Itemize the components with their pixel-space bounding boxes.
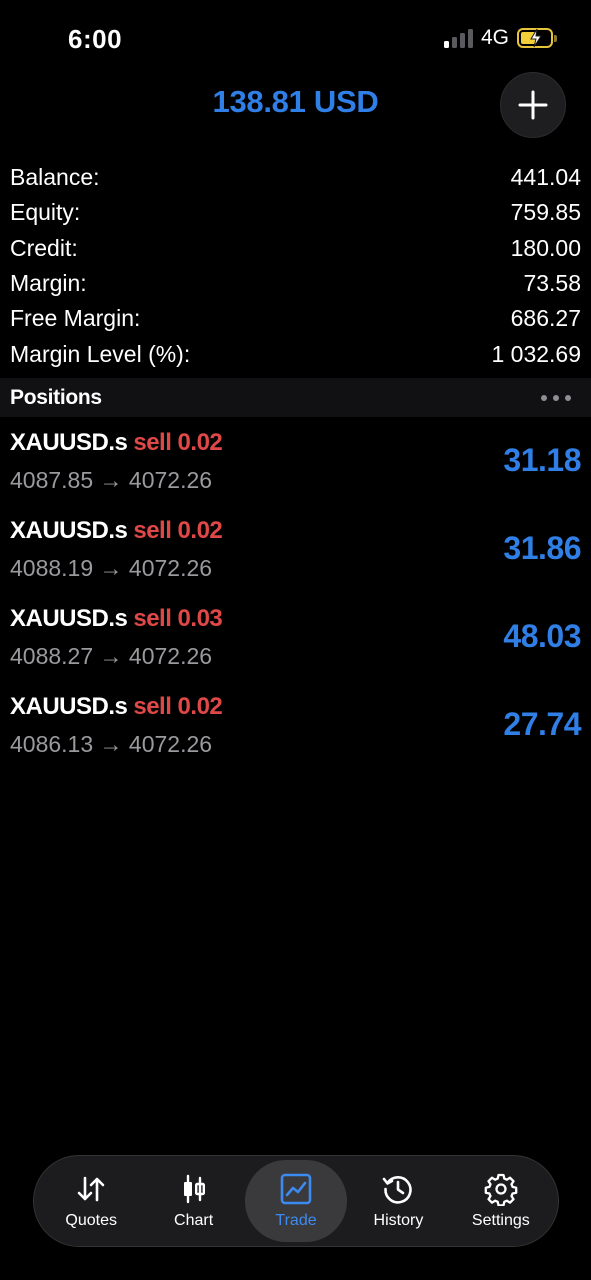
summary-value: 759.85 [510,199,581,226]
tab-label: Trade [275,1212,317,1229]
quotes-arrows-icon [77,1176,105,1202]
position-row[interactable]: XAUUSD.s sell 0.02 4087.85 → 4072.26 31.1… [0,425,591,513]
new-order-button[interactable] [500,72,566,138]
position-side-volume: sell 0.02 [133,429,223,456]
position-prices: 4087.85 → 4072.26 [10,467,213,493]
summary-value: 180.00 [510,234,581,261]
position-profit: 27.74 [503,706,581,742]
tab-label: History [373,1212,424,1229]
summary-value: 1 032.69 [491,340,581,367]
position-prices: 4088.19 → 4072.26 [10,555,213,581]
position-profit: 31.86 [503,530,581,566]
candlestick-icon [183,1174,205,1204]
summary-row-free-margin: Free Margin: 686.27 [10,301,581,336]
more-options-icon[interactable] [541,394,581,401]
position-symbol: XAUUSD.s [10,605,128,632]
positions-section-header: Positions [0,378,591,417]
summary-label: Margin Level (%): [10,340,191,367]
position-profit: 48.03 [503,618,581,654]
summary-value: 686.27 [510,305,581,332]
battery-icon [517,28,557,48]
summary-row-margin-level: Margin Level (%): 1 032.69 [10,336,581,371]
position-row[interactable]: XAUUSD.s sell 0.02 4088.19 → 4072.26 31.8… [0,513,591,601]
tab-chart[interactable]: Chart [142,1160,244,1242]
trade-chart-icon [280,1173,312,1205]
tab-label: Chart [174,1212,214,1229]
summary-value: 73.58 [523,270,581,297]
summary-label: Balance: [10,164,100,191]
summary-row-credit: Credit: 180.00 [10,231,581,266]
summary-row-margin: Margin: 73.58 [10,266,581,301]
summary-value: 441.04 [510,164,581,191]
tab-settings[interactable]: Settings [450,1160,552,1242]
tab-label: Quotes [65,1212,117,1229]
position-symbol: XAUUSD.s [10,429,128,456]
position-side-volume: sell 0.02 [133,517,223,544]
plus-icon [518,90,548,120]
history-clock-icon [383,1176,413,1204]
summary-label: Margin: [10,270,87,297]
tab-history[interactable]: History [347,1160,449,1242]
position-profit: 31.18 [503,442,581,478]
summary-label: Credit: [10,234,78,261]
position-prices: 4086.13 → 4072.26 [10,731,213,757]
position-side-volume: sell 0.03 [133,605,223,632]
tab-quotes[interactable]: Quotes [40,1160,142,1242]
position-symbol: XAUUSD.s [10,693,128,720]
positions-list: XAUUSD.s sell 0.02 4087.85 → 4072.26 31.1… [0,425,591,777]
position-row[interactable]: XAUUSD.s sell 0.02 4086.13 → 4072.26 27.7… [0,689,591,777]
trade-screen: 6:00 4G 138.81 USD Balance: 441.04 Equit… [0,0,591,1280]
tab-label: Settings [471,1212,530,1229]
status-indicators: 4G [443,26,557,50]
positions-title: Positions [10,385,102,409]
position-side-volume: sell 0.02 [133,693,223,720]
position-prices: 4088.27 → 4072.26 [10,643,213,669]
summary-row-equity: Equity: 759.85 [10,195,581,230]
position-symbol: XAUUSD.s [10,517,128,544]
summary-label: Free Margin: [10,305,141,332]
gear-icon [484,1173,518,1206]
summary-row-balance: Balance: 441.04 [10,160,581,195]
tab-trade[interactable]: Trade [244,1160,348,1242]
bottom-tab-bar: Quotes Chart Trade History Settings [33,1155,559,1247]
signal-icon [443,28,473,48]
status-time: 6:00 [68,24,123,54]
network-type: 4G [480,26,509,49]
position-row[interactable]: XAUUSD.s sell 0.03 4088.27 → 4072.26 48.0… [0,601,591,689]
account-summary: Balance: 441.04 Equity: 759.85 Credit: 1… [10,160,581,372]
summary-label: Equity: [10,199,81,226]
